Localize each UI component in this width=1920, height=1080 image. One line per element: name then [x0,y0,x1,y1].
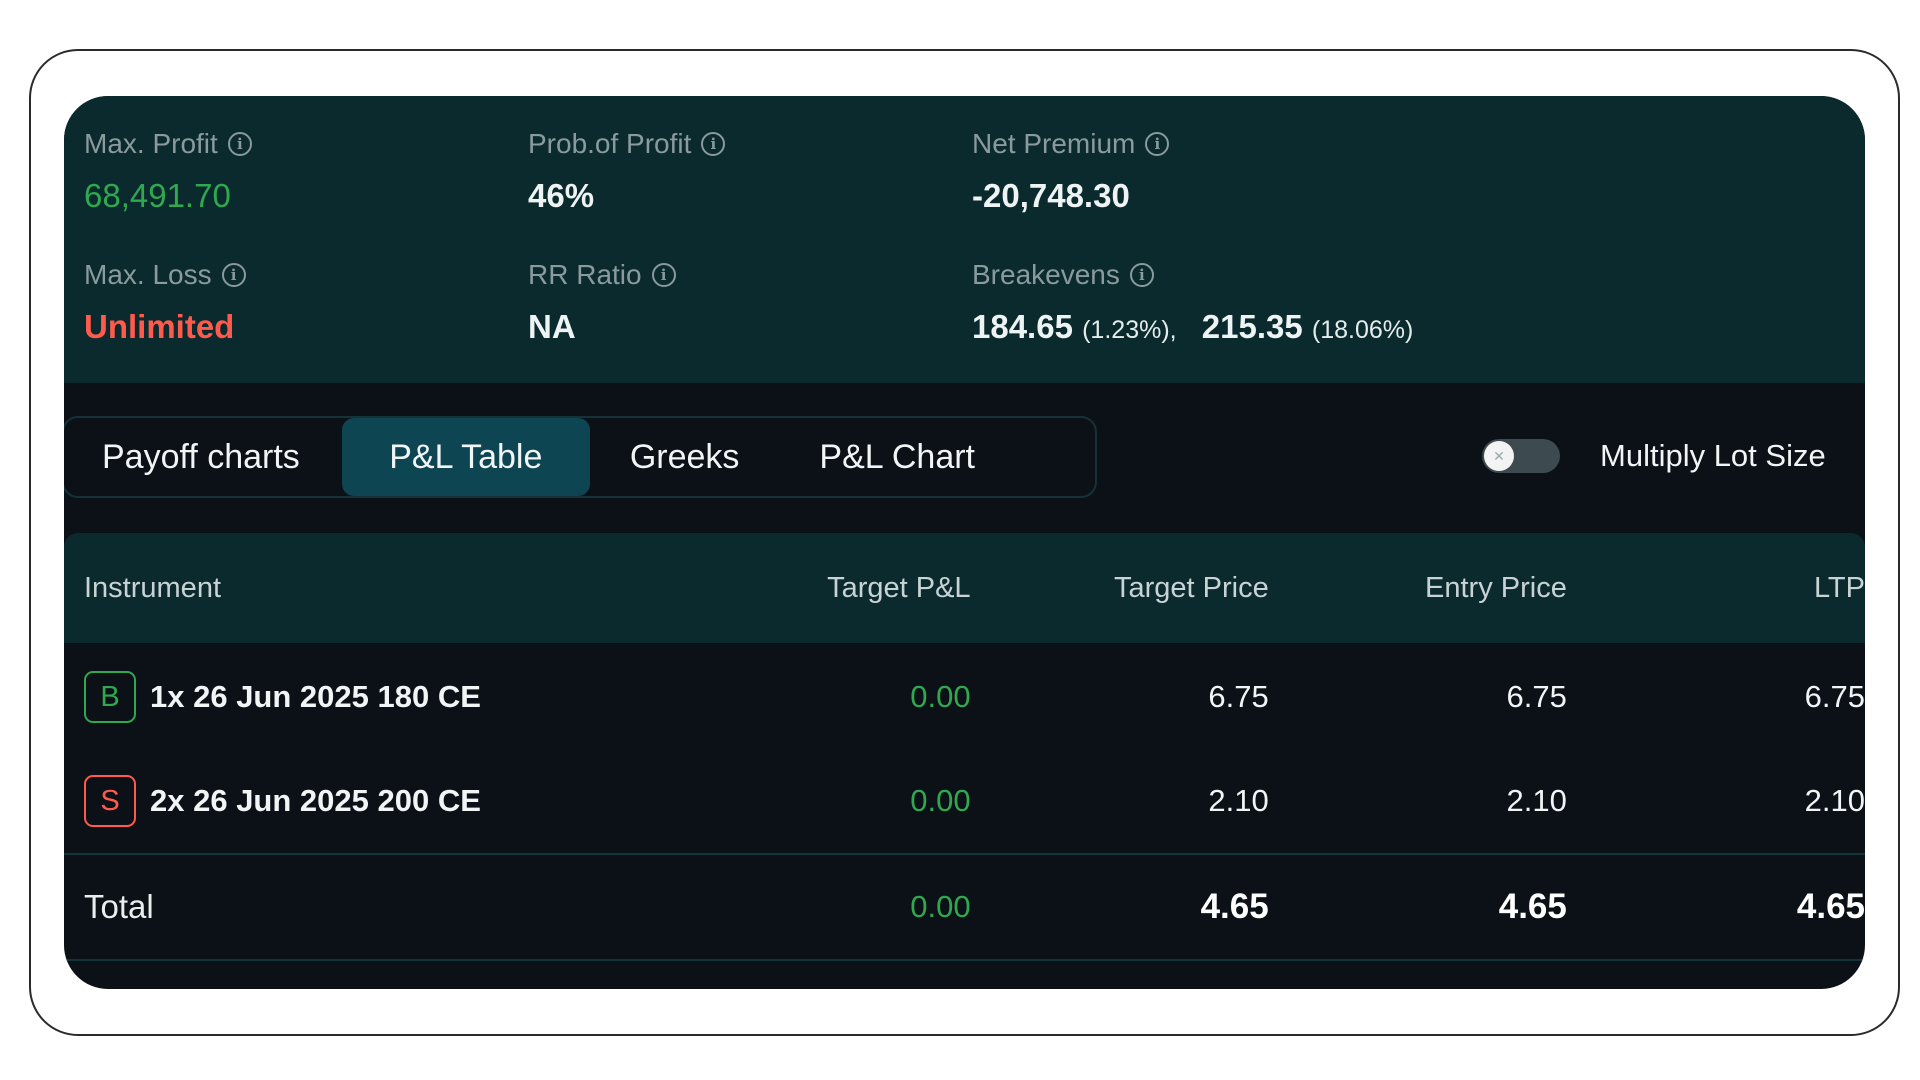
header-target-pl: Target P&L [827,571,971,604]
breakeven-1-pct: (1.23%), [1082,316,1177,344]
net-premium-value: -20,748.30 [972,177,1130,214]
prob-profit-stat: Prob.of Profit i 46% [528,126,948,216]
header-target-price: Target Price [1113,571,1269,604]
table-header: Instrument Target P&L Target Price Entry… [64,533,1865,643]
sell-badge: S [84,775,136,827]
instrument-name: 1x 26 Jun 2025 180 CE [150,679,481,714]
max-loss-label: Max. Loss [84,259,212,290]
ltp-cell: 2.10 [1804,783,1865,818]
rr-ratio-stat: RR Ratio i NA [528,257,948,347]
total-ltp: 4.65 [1796,887,1865,926]
multiply-lot-size-control: ✕ Multiply Lot Size [1482,432,1826,480]
info-icon[interactable]: i [1129,263,1154,287]
entry-price-cell: 6.75 [1506,679,1567,714]
tab-pl-chart[interactable]: P&L Chart [779,418,1015,496]
target-pl-cell: 0.00 [910,679,971,714]
breakeven-2-pct: (18.06%) [1311,316,1414,344]
tab-greeks[interactable]: Greeks [590,418,780,496]
info-icon[interactable]: i [1145,132,1170,156]
multiply-lot-size-toggle[interactable]: ✕ [1482,439,1560,473]
target-price-cell: 2.10 [1208,783,1269,818]
pl-table: Instrument Target P&L Target Price Entry… [64,533,1865,961]
total-entry-price: 4.65 [1498,887,1567,926]
table-row[interactable]: S 2x 26 Jun 2025 200 CE 0.00 2.10 2.10 2… [64,749,1865,853]
breakevens-label: Breakevens [972,259,1120,290]
header-instrument: Instrument [84,571,221,604]
max-profit-stat: Max. Profit i 68,491.70 [84,126,504,216]
header-ltp: LTP [1813,571,1865,604]
info-icon[interactable]: i [227,132,252,156]
instrument-name: 2x 26 Jun 2025 200 CE [150,783,481,818]
ltp-cell: 6.75 [1804,679,1865,714]
info-icon[interactable]: i [701,132,726,156]
total-target-pl: 0.00 [910,889,971,924]
max-profit-value: 68,491.70 [84,177,231,214]
max-loss-value: Unlimited [84,308,235,345]
prob-profit-label: Prob.of Profit [528,128,692,159]
info-icon[interactable]: i [651,263,676,287]
breakeven-2-value: 215.35 [1201,308,1303,345]
net-premium-stat: Net Premium i -20,748.30 [972,126,1392,216]
table-row[interactable]: B 1x 26 Jun 2025 180 CE 0.00 6.75 6.75 6… [64,645,1865,749]
strategy-summary: Max. Profit i 68,491.70 Prob.of Profit i… [64,96,1865,383]
prob-profit-value: 46% [528,177,595,214]
target-pl-cell: 0.00 [910,783,971,818]
net-premium-label: Net Premium [972,128,1136,159]
breakevens-stat: Breakevens i 184.65 (1.23%), 215.35 (18.… [972,257,1572,350]
tab-payoff-charts[interactable]: Payoff charts [84,418,342,496]
total-target-price: 4.65 [1200,887,1269,926]
entry-price-cell: 2.10 [1506,783,1567,818]
toggle-off-icon: ✕ [1484,441,1514,471]
max-profit-label: Max. Profit [84,128,218,159]
info-icon[interactable]: i [221,263,246,287]
strategy-panel: Max. Profit i 68,491.70 Prob.of Profit i… [64,96,1865,989]
breakevens-values: 184.65 (1.23%), 215.35 (18.06%) [972,307,1572,350]
view-tabs: Payoff charts P&L Table Greeks P&L Chart [64,416,1097,498]
buy-badge: B [84,671,136,723]
total-label: Total [84,888,154,925]
tab-pl-table[interactable]: P&L Table [341,418,590,496]
rr-ratio-value: NA [528,308,576,345]
rr-ratio-label: RR Ratio [528,259,642,290]
multiply-lot-size-label: Multiply Lot Size [1600,438,1826,473]
max-loss-stat: Max. Loss i Unlimited [84,257,504,347]
table-divider [64,959,1865,961]
breakeven-1-value: 184.65 [972,308,1073,345]
header-entry-price: Entry Price [1425,571,1567,604]
target-price-cell: 6.75 [1208,679,1269,714]
total-row: Total 0.00 4.65 4.65 4.65 [64,855,1865,959]
